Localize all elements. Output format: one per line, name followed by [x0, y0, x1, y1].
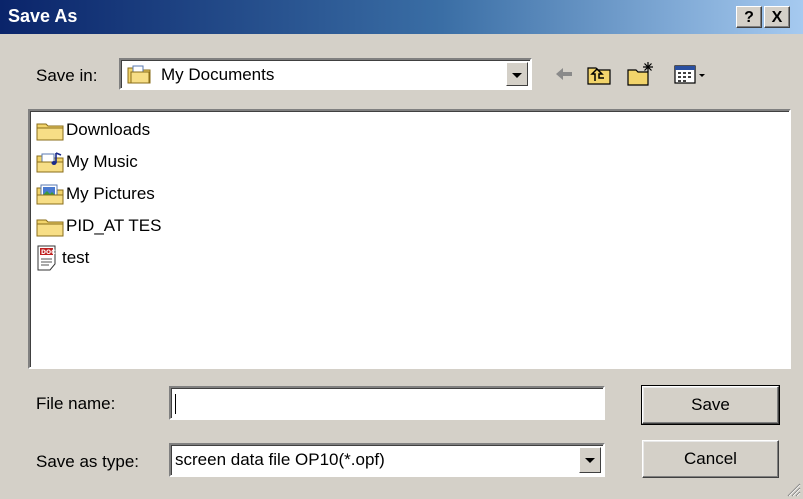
item-label: My Music [66, 152, 138, 171]
list-item[interactable]: My Pictures [36, 180, 155, 208]
file-list[interactable]: Downloads My Music My Pictures PID_AT TE… [28, 109, 791, 369]
item-label: test [62, 248, 90, 267]
list-item[interactable]: PID_AT TES [36, 212, 161, 240]
file-name-input[interactable] [169, 386, 605, 420]
save-as-dialog: Save As ? X Save in: My Documents Downlo… [0, 0, 803, 499]
svg-text:DOC: DOC [41, 249, 56, 256]
music-folder-icon [36, 152, 64, 173]
list-item[interactable]: Downloads [36, 116, 150, 144]
save-in-dropdown-button[interactable] [506, 62, 528, 86]
new-folder-icon[interactable] [626, 60, 656, 88]
save-as-type-value: screen data file OP10(*.opf) [175, 450, 385, 469]
title-bar[interactable]: Save As ? X [0, 0, 803, 34]
save-as-type-dropdown-button[interactable] [579, 447, 601, 473]
help-button[interactable]: ? [736, 6, 762, 28]
text-caret [175, 394, 176, 414]
pictures-folder-icon [36, 184, 64, 205]
view-menu-icon[interactable] [672, 60, 708, 88]
save-in-dropdown[interactable]: My Documents [119, 58, 532, 90]
save-in-value: My Documents [161, 65, 275, 84]
save-in-label: Save in: [36, 66, 98, 85]
folder-icon [36, 123, 64, 141]
close-button[interactable]: X [764, 6, 790, 28]
folder-icon [36, 219, 64, 237]
save-as-type-dropdown[interactable]: screen data file OP10(*.opf) [169, 443, 605, 477]
cancel-button[interactable]: Cancel [642, 440, 779, 478]
back-arrow-icon[interactable] [552, 60, 576, 88]
save-button[interactable]: Save [641, 385, 780, 425]
item-label: My Pictures [66, 184, 155, 203]
my-documents-icon [127, 65, 151, 84]
item-label: Downloads [66, 120, 151, 139]
doc-file-icon: DOC [37, 245, 56, 271]
resize-grip-icon[interactable] [787, 483, 801, 497]
up-folder-icon[interactable] [586, 60, 612, 88]
save-as-type-label: Save as type: [36, 452, 140, 471]
file-name-label: File name: [36, 394, 116, 413]
list-item[interactable]: DOC test [36, 244, 89, 272]
window-title: Save As [8, 6, 78, 26]
list-item[interactable]: My Music [36, 148, 138, 176]
item-label: PID_AT TES [66, 216, 162, 235]
